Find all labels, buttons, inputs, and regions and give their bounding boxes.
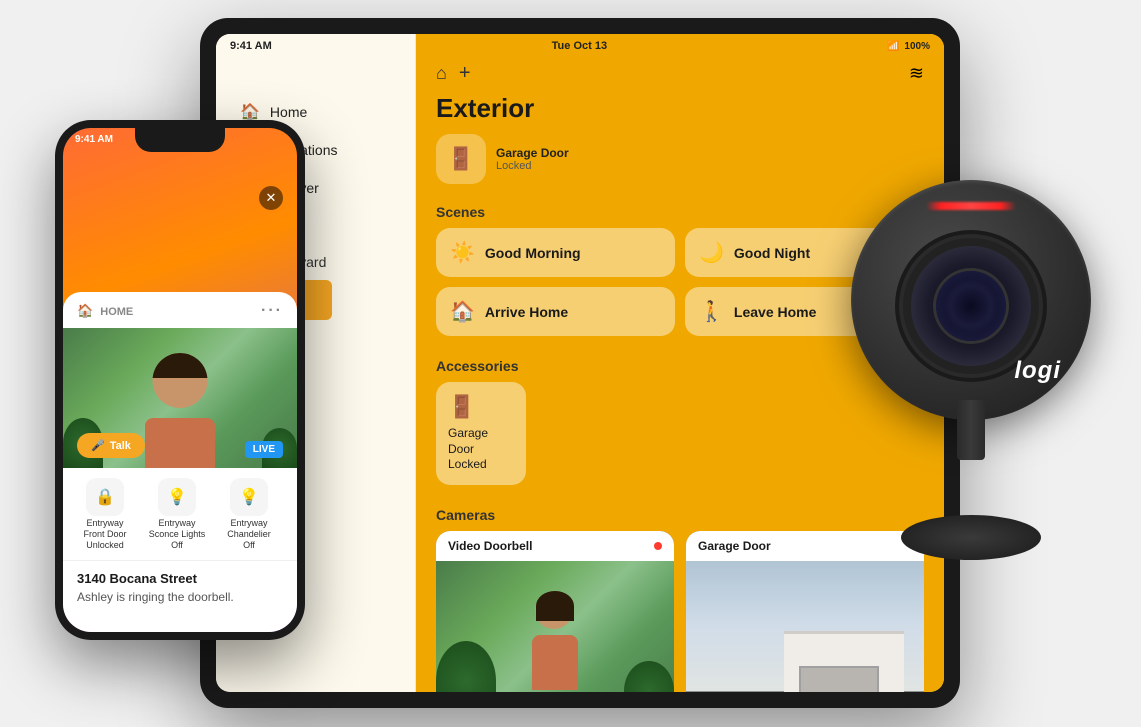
phone-person-head bbox=[153, 353, 208, 408]
garage-sublabel: Locked bbox=[496, 160, 569, 172]
garage-camera-feed bbox=[686, 561, 924, 692]
doorbell-camera-header: Video Doorbell bbox=[436, 531, 674, 561]
accessory-garage-icon: 🚪 bbox=[448, 394, 514, 420]
phone-address: 3140 Bocana Street bbox=[63, 561, 297, 588]
doorbell-camera-name: Video Doorbell bbox=[448, 539, 532, 553]
camera-brand-logo: logi bbox=[1014, 357, 1061, 385]
garage-building bbox=[784, 631, 904, 692]
phone-control-chandelier[interactable]: 💡 EntrywayChandelierOff bbox=[219, 478, 279, 550]
tablet-date: Tue Oct 13 bbox=[552, 40, 607, 52]
garage-top-label: Garage Door Locked bbox=[496, 146, 569, 172]
good-night-label: Good Night bbox=[734, 245, 810, 261]
arrive-home-icon: 🏠 bbox=[450, 299, 475, 324]
phone-control-front-door[interactable]: 🔒 EntrywayFront DoorUnlocked bbox=[75, 478, 135, 550]
chandelier-icon: 💡 bbox=[230, 478, 268, 516]
leave-home-label: Leave Home bbox=[734, 304, 816, 320]
camera-lens-ring bbox=[911, 246, 1031, 366]
phone-person-container bbox=[150, 338, 210, 398]
phone-notification: Ashley is ringing the doorbell. bbox=[63, 588, 297, 606]
camera-video-doorbell[interactable]: Video Doorbell bbox=[436, 531, 674, 692]
header-home-icon[interactable]: ⌂ bbox=[436, 63, 447, 84]
front-door-label: EntrywayFront DoorUnlocked bbox=[83, 518, 126, 550]
phone-home-label: HOME bbox=[100, 306, 133, 318]
phone-person-body bbox=[145, 418, 215, 468]
sconce-lights-icon: 💡 bbox=[158, 478, 196, 516]
tablet-time: 9:41 AM bbox=[230, 40, 272, 52]
garage-scene bbox=[686, 561, 924, 692]
leave-home-icon: 🚶 bbox=[699, 299, 724, 324]
talk-button[interactable]: 🎤 Talk bbox=[77, 433, 145, 458]
siri-icon[interactable]: ≋ bbox=[909, 63, 924, 84]
doorbell-live-dot bbox=[654, 542, 662, 550]
garage-icon-bubble: 🚪 bbox=[436, 134, 486, 184]
garage-door-visual bbox=[799, 666, 879, 692]
tree-left bbox=[436, 641, 496, 692]
camera-device: logi bbox=[831, 180, 1111, 560]
page-title: Exterior bbox=[416, 93, 944, 134]
microphone-icon: 🎤 bbox=[91, 439, 105, 452]
home-icon: 🏠 bbox=[240, 102, 260, 122]
close-icon: ✕ bbox=[266, 190, 277, 206]
tablet-status-bar: 9:41 AM Tue Oct 13 📶 100% bbox=[216, 34, 944, 58]
camera-red-indicator bbox=[921, 202, 1021, 210]
wifi-icon: 📶 bbox=[887, 41, 899, 52]
phone-control-sconce-lights[interactable]: 💡 EntrywaySconce LightsOff bbox=[147, 478, 207, 550]
phone-screen: 9:41 AM ✕ 🏠 HOME ··· bbox=[63, 128, 297, 632]
camera-lens-inner bbox=[936, 271, 1006, 341]
phone-card-header: 🏠 HOME ··· bbox=[63, 292, 297, 328]
phone-notch bbox=[135, 128, 225, 152]
phone-time: 9:41 AM bbox=[75, 134, 113, 145]
garage-label: Garage Door bbox=[496, 146, 569, 160]
tree-right bbox=[624, 661, 674, 692]
good-morning-icon: ☀️ bbox=[450, 240, 475, 265]
accessory-garage-door[interactable]: 🚪 Garage DoorLocked bbox=[436, 382, 526, 485]
person-body bbox=[532, 635, 578, 690]
phone-card-home: 🏠 HOME bbox=[77, 303, 133, 319]
phone-person-hair bbox=[153, 353, 208, 378]
chandelier-label: EntrywayChandelierOff bbox=[227, 518, 271, 550]
doorbell-camera-feed bbox=[436, 561, 674, 692]
live-badge: LIVE bbox=[245, 441, 283, 458]
camera-body: logi bbox=[851, 180, 1091, 420]
good-night-icon: 🌙 bbox=[699, 240, 724, 265]
camera-stand-base bbox=[901, 515, 1041, 560]
arrive-home-label: Arrive Home bbox=[485, 304, 568, 320]
header-add-icon[interactable]: + bbox=[459, 62, 471, 85]
phone-frame: 9:41 AM ✕ 🏠 HOME ··· bbox=[55, 120, 305, 640]
scene-good-morning[interactable]: ☀️ Good Morning bbox=[436, 228, 675, 277]
sconce-lights-label: EntrywaySconce LightsOff bbox=[149, 518, 206, 550]
phone-video-feed: 🎤 Talk LIVE bbox=[63, 328, 297, 468]
sidebar-home-label: Home bbox=[270, 104, 307, 120]
talk-label: Talk bbox=[110, 440, 131, 452]
front-door-icon: 🔒 bbox=[86, 478, 124, 516]
person-hair bbox=[536, 591, 574, 621]
phone-home-icon: 🏠 bbox=[77, 303, 93, 318]
good-morning-label: Good Morning bbox=[485, 245, 581, 261]
person-figure bbox=[515, 591, 595, 692]
phone-card: 🏠 HOME ··· 🎤 Talk LIVE bbox=[63, 292, 297, 632]
garage-camera-name: Garage Door bbox=[698, 539, 771, 553]
tablet-battery: 100% bbox=[904, 41, 930, 52]
more-options-icon[interactable]: ··· bbox=[261, 302, 283, 320]
scene-arrive-home[interactable]: 🏠 Arrive Home bbox=[436, 287, 675, 336]
accessory-garage-label: Garage DoorLocked bbox=[448, 426, 514, 473]
tablet-status-right: 📶 100% bbox=[887, 41, 930, 52]
camera-stand-neck bbox=[957, 400, 985, 460]
phone-controls: 🔒 EntrywayFront DoorUnlocked 💡 EntrywayS… bbox=[63, 468, 297, 561]
close-button[interactable]: ✕ bbox=[259, 186, 283, 210]
header-left: ⌂ + bbox=[436, 62, 471, 85]
